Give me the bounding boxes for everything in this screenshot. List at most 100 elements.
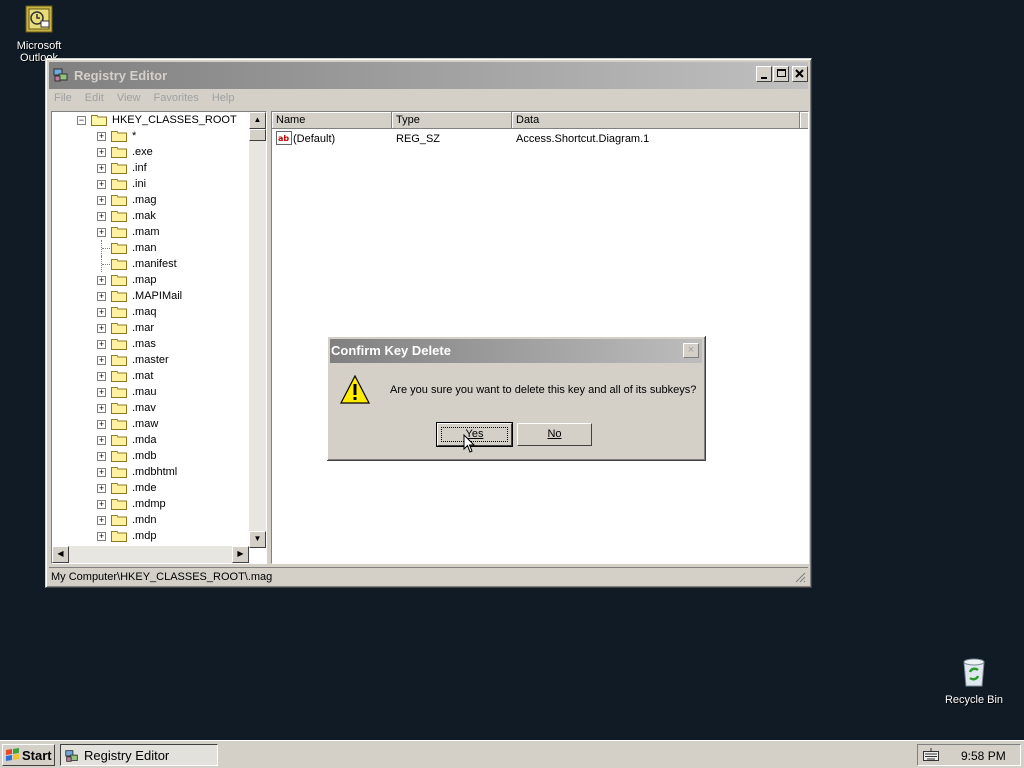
system-tray: 9:58 PM bbox=[917, 744, 1021, 766]
expand-toggle[interactable]: + bbox=[97, 372, 106, 381]
expand-toggle[interactable]: + bbox=[97, 452, 106, 461]
expand-toggle[interactable]: + bbox=[97, 468, 106, 477]
tree-item-label: .manifest bbox=[132, 258, 177, 270]
expand-toggle[interactable]: + bbox=[97, 308, 106, 317]
desktop-icon-recycle-bin[interactable]: Recycle Bin bbox=[940, 656, 1008, 706]
maximize-button[interactable] bbox=[773, 66, 789, 82]
value-name: (Default) bbox=[293, 133, 336, 145]
tree-item[interactable]: + .mav bbox=[97, 400, 249, 416]
tree-item[interactable]: + .mdmp bbox=[97, 496, 249, 512]
tree-item[interactable]: + .exe bbox=[97, 144, 249, 160]
tree-item-label: .ini bbox=[132, 178, 147, 190]
folder-icon bbox=[111, 483, 127, 494]
folder-icon bbox=[111, 403, 127, 414]
expand-toggle[interactable]: + bbox=[97, 276, 106, 285]
column-header-name[interactable]: Name bbox=[272, 112, 392, 129]
tree-item[interactable]: + .mdb bbox=[97, 448, 249, 464]
folder-icon bbox=[111, 387, 127, 398]
close-button[interactable] bbox=[792, 66, 808, 82]
tree-item[interactable]: + .ini bbox=[97, 176, 249, 192]
column-header-data[interactable]: Data bbox=[512, 112, 800, 129]
column-header-type[interactable]: Type bbox=[392, 112, 512, 129]
menu-help[interactable]: Help bbox=[209, 90, 240, 104]
tree-item[interactable]: + .mag bbox=[97, 192, 249, 208]
menu-view[interactable]: View bbox=[114, 90, 146, 104]
scroll-right-button[interactable]: ▶ bbox=[232, 546, 249, 563]
tree-item[interactable]: .manifest bbox=[97, 256, 249, 272]
tree-item[interactable]: + .mak bbox=[97, 208, 249, 224]
expand-toggle[interactable]: + bbox=[97, 292, 106, 301]
tree-item[interactable]: + .MAPIMail bbox=[97, 288, 249, 304]
tree-item[interactable]: + .mda bbox=[97, 432, 249, 448]
tree-item-label: .mda bbox=[132, 434, 157, 446]
recycle-bin-icon bbox=[963, 658, 985, 687]
dialog-titlebar[interactable]: Confirm Key Delete × bbox=[330, 339, 702, 363]
scroll-left-button[interactable]: ◀ bbox=[52, 546, 69, 563]
expand-toggle[interactable]: + bbox=[97, 356, 106, 365]
tree-item[interactable]: + .maw bbox=[97, 416, 249, 432]
window-titlebar[interactable]: Registry Editor bbox=[49, 62, 808, 89]
start-button[interactable]: Start bbox=[2, 744, 55, 766]
clock[interactable]: 9:58 PM bbox=[961, 749, 1006, 763]
tree-item[interactable]: + .mar bbox=[97, 320, 249, 336]
desktop-icon-outlook[interactable]: Microsoft Outlook bbox=[8, 4, 70, 64]
folder-icon bbox=[111, 275, 127, 286]
tree-item[interactable]: + .mat bbox=[97, 368, 249, 384]
keyboard-icon[interactable] bbox=[923, 748, 939, 762]
scroll-thumb[interactable] bbox=[249, 129, 266, 141]
tree-item[interactable]: + .map bbox=[97, 272, 249, 288]
dialog-close-button[interactable]: × bbox=[683, 343, 699, 358]
expand-toggle[interactable]: + bbox=[97, 436, 106, 445]
scroll-down-button[interactable]: ▼ bbox=[249, 531, 266, 548]
tree-item[interactable]: + .mau bbox=[97, 384, 249, 400]
tree-item[interactable]: .man bbox=[97, 240, 249, 256]
minimize-button[interactable] bbox=[756, 66, 772, 82]
tree-vertical-scrollbar[interactable]: ▲ ▼ bbox=[249, 112, 266, 548]
tree-item[interactable]: + .inf bbox=[97, 160, 249, 176]
dialog-title: Confirm Key Delete bbox=[331, 343, 451, 358]
expand-toggle[interactable]: + bbox=[97, 516, 106, 525]
tree-connector bbox=[102, 264, 110, 265]
tree-horizontal-scrollbar[interactable]: ◀ ▶ bbox=[52, 546, 249, 563]
expand-toggle[interactable]: + bbox=[97, 388, 106, 397]
taskbar-button-registry-editor[interactable]: Registry Editor bbox=[60, 744, 218, 766]
menu-edit[interactable]: Edit bbox=[82, 90, 109, 104]
expand-toggle[interactable]: + bbox=[97, 212, 106, 221]
tree-item[interactable]: + .master bbox=[97, 352, 249, 368]
registry-editor-window: Registry Editor File Edit View Favorites… bbox=[45, 58, 812, 588]
expand-toggle[interactable]: + bbox=[97, 484, 106, 493]
no-button[interactable]: No bbox=[517, 423, 592, 446]
tree-item[interactable]: + * bbox=[97, 128, 249, 144]
tree-item[interactable]: + .maq bbox=[97, 304, 249, 320]
warning-icon bbox=[340, 374, 370, 404]
expand-toggle[interactable]: + bbox=[97, 420, 106, 429]
expand-toggle[interactable]: + bbox=[97, 324, 106, 333]
expand-toggle[interactable]: + bbox=[97, 148, 106, 157]
scroll-up-button[interactable]: ▲ bbox=[249, 112, 266, 129]
tree-item[interactable]: + .mdbhtml bbox=[97, 464, 249, 480]
tree-item[interactable]: + .mde bbox=[97, 480, 249, 496]
expand-toggle[interactable]: + bbox=[97, 404, 106, 413]
collapse-toggle[interactable]: − bbox=[77, 116, 86, 125]
expand-toggle[interactable]: + bbox=[97, 340, 106, 349]
tree-item[interactable]: + .mam bbox=[97, 224, 249, 240]
expand-toggle[interactable]: + bbox=[97, 532, 106, 541]
expand-toggle[interactable]: + bbox=[97, 132, 106, 141]
tree-item-root[interactable]: − HKEY_CLASSES_ROOT bbox=[77, 112, 249, 128]
expand-toggle[interactable]: + bbox=[97, 228, 106, 237]
desktop-icon-label: Recycle Bin bbox=[944, 694, 1004, 706]
expand-toggle[interactable]: + bbox=[97, 196, 106, 205]
tree-item-label: .maw bbox=[132, 418, 159, 430]
tree-connector bbox=[102, 248, 110, 249]
registry-tree[interactable]: − HKEY_CLASSES_ROOT + * + .exe + .inf + .ini + .m… bbox=[51, 111, 267, 564]
tree-item[interactable]: + .mdp bbox=[97, 528, 249, 544]
tree-item[interactable]: + .mas bbox=[97, 336, 249, 352]
tree-item[interactable]: + .mdn bbox=[97, 512, 249, 528]
confirm-key-delete-dialog: Confirm Key Delete × Are you sure you wa… bbox=[327, 336, 706, 461]
expand-toggle[interactable]: + bbox=[97, 500, 106, 509]
expand-toggle[interactable]: + bbox=[97, 164, 106, 173]
menu-file[interactable]: File bbox=[51, 90, 77, 104]
menu-favorites[interactable]: Favorites bbox=[151, 90, 204, 104]
expand-toggle[interactable]: + bbox=[97, 180, 106, 189]
resize-grip-icon[interactable] bbox=[794, 571, 806, 583]
